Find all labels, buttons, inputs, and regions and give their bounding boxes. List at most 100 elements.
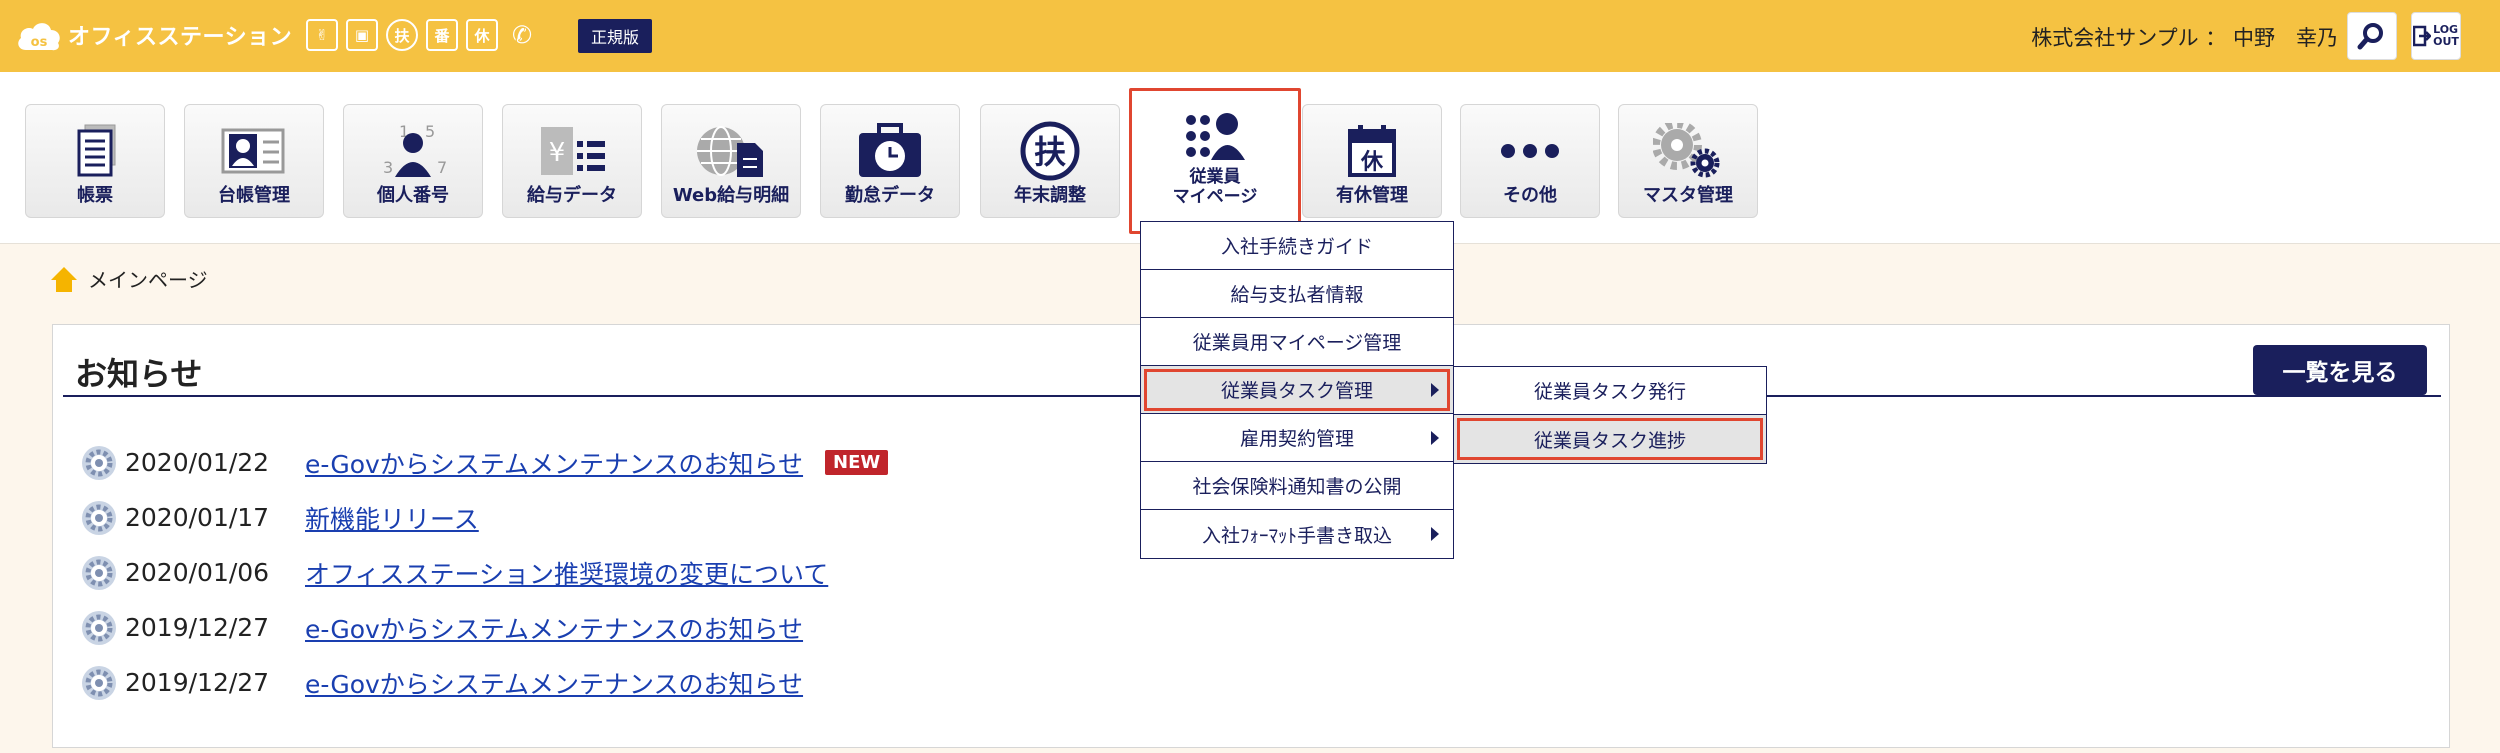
tile-personal-number[interactable]: 1 5 3 7 個人番号 <box>343 104 483 218</box>
tile-payroll-data[interactable]: ¥ 給与データ <box>502 104 642 218</box>
submenu-arrow-icon <box>1431 431 1439 445</box>
fu-circle-icon: 扶 <box>1020 121 1080 181</box>
tile-year-end[interactable]: 扶 年末調整 <box>980 104 1120 218</box>
notice-date: 2020/01/22 <box>125 448 270 477</box>
tile-ledger[interactable]: 台帳管理 <box>184 104 324 218</box>
logout-icon <box>2413 25 2432 47</box>
notice-link[interactable]: e-Govからシステムメンテナンスのお知らせ <box>305 445 803 481</box>
breadcrumb-main-page[interactable]: メインページ <box>88 264 208 293</box>
notice-title: お知らせ <box>75 355 203 393</box>
menu-item-label: 給与支払者情報 <box>1230 284 1364 306</box>
list-item: 2019/12/27 e-Govからシステムメンテナンスのお知らせ <box>81 655 888 710</box>
gear-icon <box>82 665 116 700</box>
gear-icon <box>82 500 116 535</box>
logout-label-2: OUT <box>2433 35 2459 48</box>
notice-date: 2019/12/27 <box>125 668 270 697</box>
tile-web-payslip[interactable]: Web給与明細 <box>661 104 801 218</box>
menu-item-handwritten-import[interactable]: 入社ﾌｫｰﾏｯﾄ手書き取込 <box>1141 510 1453 558</box>
logout-button[interactable]: LOG OUT <box>2411 12 2461 60</box>
task-management-submenu: 従業員タスク発行 従業員タスク進捗 <box>1453 366 1767 464</box>
menu-item-label: 入社ﾌｫｰﾏｯﾄ手書き取込 <box>1201 524 1392 547</box>
tile-employee-mypage[interactable]: 従業員 マイページ <box>1129 88 1301 234</box>
gears-icon <box>1653 123 1723 179</box>
submenu-arrow-icon <box>1431 383 1439 397</box>
svg-text:休: 休 <box>1360 150 1384 175</box>
breadcrumb: メインページ <box>50 264 208 293</box>
new-badge: NEW <box>825 450 889 475</box>
gear-icon <box>82 445 116 480</box>
top-header: os オフィスステーション ✌ ▣ 扶 番 休 ✆ 正規版 株式会社サンプル ：… <box>0 0 2500 72</box>
submenu-item-label: 従業員タスク発行 <box>1533 381 1686 403</box>
view-all-button[interactable]: 一覧を見る <box>2253 345 2427 395</box>
list-item: 2020/01/06 オフィスステーション推奨環境の変更について <box>81 545 888 600</box>
svg-text:3: 3 <box>383 158 393 177</box>
edition-badge: 正規版 <box>578 19 652 53</box>
tile-label: マスタ管理 <box>1643 185 1733 206</box>
list-item: 2020/01/17 新機能リリース <box>81 490 888 545</box>
document-stack-icon <box>67 123 123 179</box>
numbered-icon[interactable]: 番 <box>426 19 458 51</box>
tile-label: Web給与明細 <box>672 185 790 206</box>
notice-date: 2020/01/17 <box>125 503 270 532</box>
menu-item-payer-info[interactable]: 給与支払者情報 <box>1141 270 1453 318</box>
notice-date: 2020/01/06 <box>125 558 270 587</box>
tile-label-line1: 従業員 <box>1189 167 1241 187</box>
tile-master[interactable]: マスタ管理 <box>1618 104 1758 218</box>
kyu-icon[interactable]: 休 <box>466 19 498 51</box>
submenu-item-task-issue[interactable]: 従業員タスク発行 <box>1454 367 1766 415</box>
tile-label: 勤怠データ <box>845 185 935 206</box>
tile-attendance[interactable]: 勤怠データ <box>820 104 960 218</box>
briefcase-icon[interactable]: ▣ <box>346 19 378 51</box>
menu-item-onboarding-guide[interactable]: 入社手続きガイド <box>1141 222 1453 270</box>
tile-label-line2: マイページ <box>1172 187 1258 207</box>
fu-icon[interactable]: 扶 <box>386 19 418 51</box>
tile-paid-leave[interactable]: 休 有休管理 <box>1302 104 1442 218</box>
svg-text:os: os <box>31 35 48 50</box>
tile-label: 年末調整 <box>1014 185 1086 206</box>
phone-icon[interactable]: ✆ <box>506 19 538 51</box>
notice-date: 2019/12/27 <box>125 613 270 642</box>
menu-item-label: 雇用契約管理 <box>1239 428 1354 450</box>
menu-item-task-management[interactable]: 従業員タスク管理 <box>1141 366 1453 414</box>
employees-icon <box>1183 109 1247 161</box>
menu-item-label: 従業員タスク管理 <box>1220 380 1373 402</box>
app-logo[interactable]: os オフィスステーション <box>14 16 292 54</box>
gear-icon <box>82 610 116 645</box>
person-numbers-icon: 1 5 3 7 <box>373 123 453 179</box>
clock-bag-icon <box>857 123 923 179</box>
submenu-item-label: 従業員タスク進捗 <box>1533 429 1686 452</box>
menu-item-label: 従業員用マイページ管理 <box>1192 332 1402 354</box>
submenu-item-task-progress[interactable]: 従業員タスク進捗 <box>1454 415 1766 463</box>
svg-text:5: 5 <box>425 123 435 141</box>
tile-label: 帳票 <box>77 185 113 206</box>
notice-link[interactable]: e-Govからシステムメンテナンスのお知らせ <box>305 610 803 646</box>
home-icon[interactable] <box>50 265 78 293</box>
search-icon <box>2357 23 2383 50</box>
tile-label: 個人番号 <box>377 185 449 206</box>
tile-label: 給与データ <box>527 185 617 206</box>
user-label: 株式会社サンプル ： 中野 幸乃 <box>2031 26 2338 50</box>
svg-text:扶: 扶 <box>1034 133 1066 171</box>
gear-icon <box>82 555 116 590</box>
list-item: 2019/12/27 e-Govからシステムメンテナンスのお知らせ <box>81 600 888 655</box>
menu-item-insurance-notice[interactable]: 社会保険料通知書の公開 <box>1141 462 1453 510</box>
tile-label: 台帳管理 <box>218 185 290 206</box>
notice-link[interactable]: e-Govからシステムメンテナンスのお知らせ <box>305 665 803 701</box>
employee-mypage-menu: 入社手続きガイド 給与支払者情報 従業員用マイページ管理 従業員タスク管理 雇用… <box>1140 221 1454 559</box>
tile-forms[interactable]: 帳票 <box>25 104 165 218</box>
menu-item-employment-contract[interactable]: 雇用契約管理 <box>1141 414 1453 462</box>
main-nav: 帳票 台帳管理 1 5 3 7 個人番号 ¥ 給与データ Web給与明細 勤怠デ… <box>0 72 2500 244</box>
tile-other[interactable]: その他 <box>1460 104 1600 218</box>
app-title: オフィスステーション <box>68 25 293 50</box>
svg-text:¥: ¥ <box>549 138 566 168</box>
notice-link[interactable]: オフィスステーション推奨環境の変更について <box>305 555 828 591</box>
calendar-kyu-icon: 休 <box>1346 123 1398 179</box>
menu-item-mypage-admin[interactable]: 従業員用マイページ管理 <box>1141 318 1453 366</box>
menu-item-label: 社会保険料通知書の公開 <box>1192 476 1402 498</box>
notice-link[interactable]: 新機能リリース <box>305 500 479 536</box>
list-item: 2020/01/22 e-Govからシステムメンテナンスのお知らせ NEW <box>81 435 889 490</box>
tile-label: その他 <box>1503 185 1557 206</box>
cloud-logo-icon: os <box>14 16 64 54</box>
search-button[interactable] <box>2347 12 2397 60</box>
peace-icon[interactable]: ✌ <box>306 19 338 51</box>
